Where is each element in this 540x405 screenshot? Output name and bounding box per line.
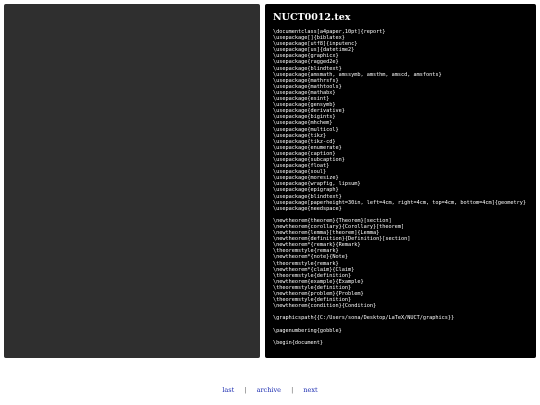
footer-navigation: last | archive | next (0, 386, 540, 395)
page: NUCT0012.tex \documentclass[a4paper,10pt… (0, 0, 540, 405)
image-panel (4, 4, 260, 358)
latex-source: \documentclass[a4paper,10pt]{report} \use… (273, 29, 526, 346)
nav-separator: | (244, 386, 247, 394)
next-link[interactable]: next (303, 386, 317, 394)
nav-separator: | (291, 386, 294, 394)
last-link[interactable]: last (222, 386, 234, 394)
code-line: \begin{document} (273, 339, 323, 346)
archive-link[interactable]: archive (257, 386, 281, 394)
source-panel: NUCT0012.tex \documentclass[a4paper,10pt… (265, 4, 536, 358)
code-line: \usepackage[paperheight=30in, left=4cm, … (273, 199, 526, 206)
document-title: NUCT0012.tex (273, 12, 351, 23)
